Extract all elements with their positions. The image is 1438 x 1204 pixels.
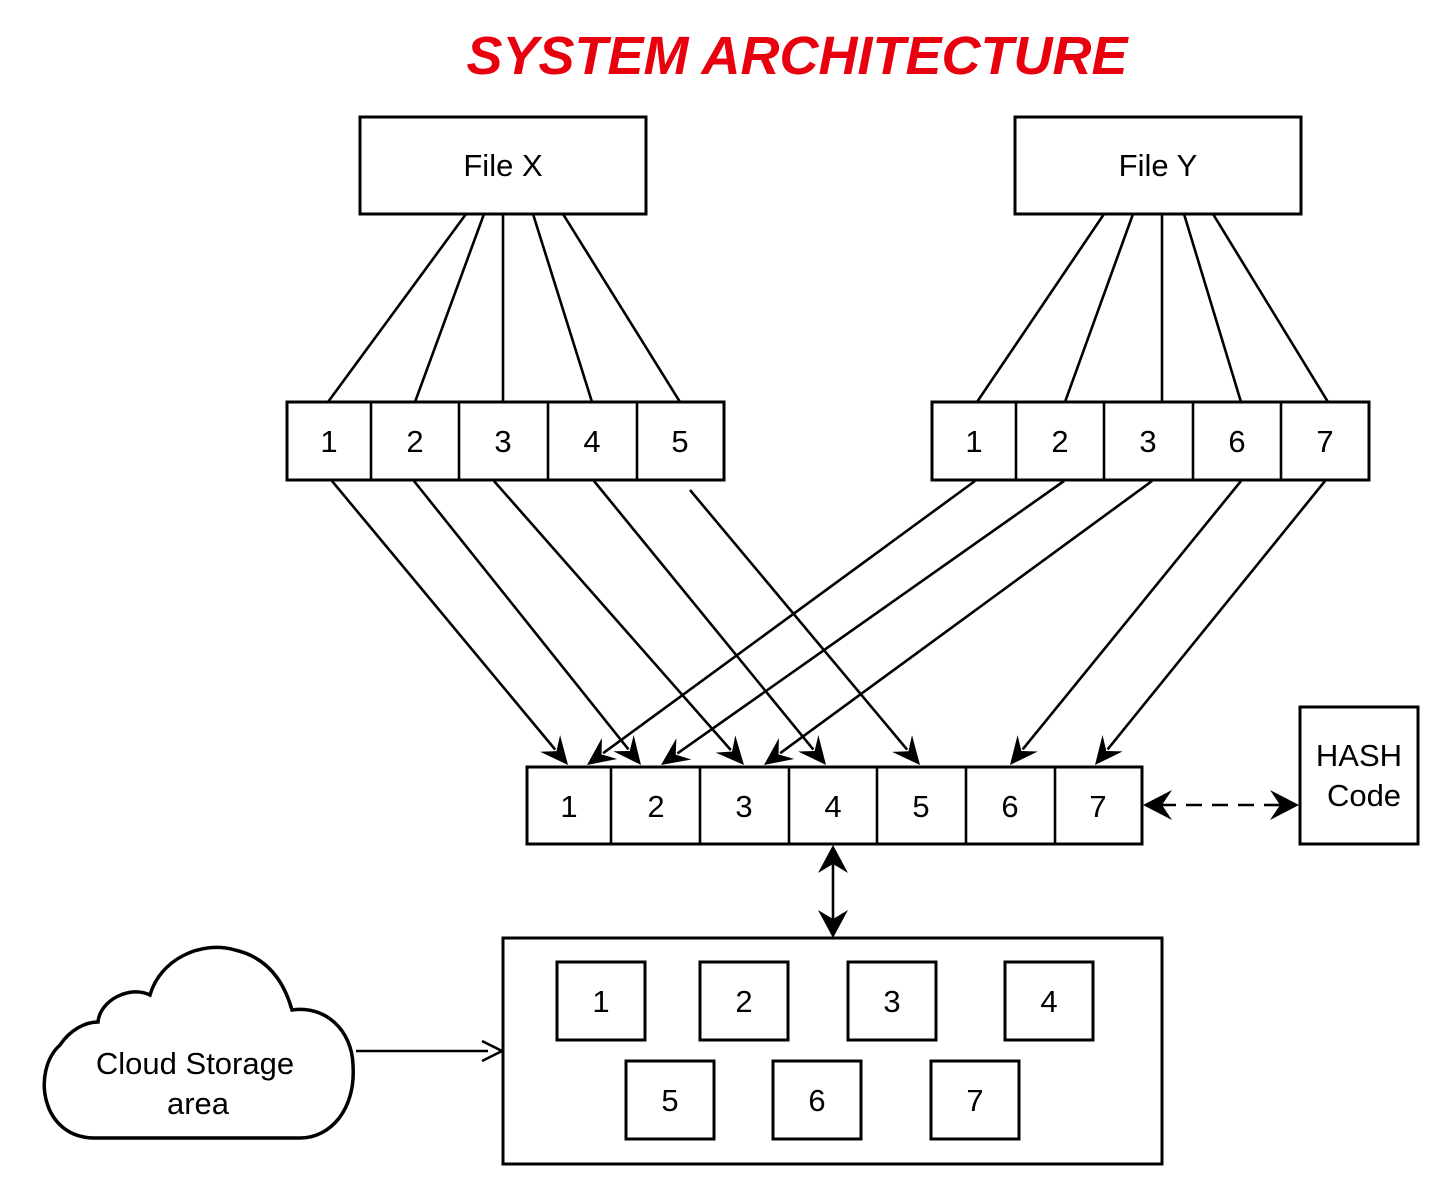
file-x-split-line bbox=[413, 213, 486, 403]
file-y-chunk: 3 bbox=[1139, 424, 1156, 459]
file-x-chunk: 1 bbox=[320, 424, 337, 459]
file-x-chunk-5-arrow bbox=[689, 489, 909, 751]
hash-link-arrow bbox=[1143, 790, 1299, 820]
file-y-chunk: 2 bbox=[1051, 424, 1068, 459]
file-y-split-line bbox=[1063, 213, 1135, 403]
storage-block-label: 5 bbox=[661, 1083, 678, 1118]
merged-chunk: 6 bbox=[1001, 789, 1018, 824]
file-split-lines bbox=[326, 213, 1330, 403]
arrowhead-icon bbox=[613, 735, 641, 765]
file-y-chunk-1-arrow bbox=[602, 479, 976, 755]
file-x-chunk: 3 bbox=[494, 424, 511, 459]
file-x-split-line bbox=[561, 213, 682, 403]
file-y-node: File Y bbox=[1013, 115, 1303, 216]
arrowhead-icon bbox=[1095, 735, 1123, 765]
file-x-chunk-row: 1 2 3 4 5 bbox=[285, 400, 726, 482]
system-architecture-diagram: SYSTEM ARCHITECTURE File X File Y 1 2 3 … bbox=[42, 26, 1420, 1166]
file-y-chunk-6-arrow bbox=[1021, 480, 1243, 751]
file-x-chunk: 5 bbox=[671, 424, 688, 459]
storage-block-label: 4 bbox=[1040, 984, 1057, 1019]
file-y-split-line bbox=[1211, 213, 1330, 403]
file-y-chunk: 7 bbox=[1316, 424, 1333, 459]
file-y-chunk-7-arrow bbox=[1106, 480, 1327, 751]
cloud-storage-node: Cloud Storage area bbox=[42, 945, 355, 1140]
hash-code-label-line1: HASH bbox=[1316, 738, 1402, 773]
file-x-node: File X bbox=[358, 115, 648, 216]
merged-chunk: 7 bbox=[1089, 789, 1106, 824]
file-x-split-line bbox=[531, 213, 594, 403]
storage-block-label: 1 bbox=[592, 984, 609, 1019]
file-y-chunk-3-arrow bbox=[779, 479, 1153, 755]
merged-chunk: 4 bbox=[824, 789, 841, 824]
file-x-chunk: 2 bbox=[406, 424, 423, 459]
hash-code-box bbox=[1298, 705, 1420, 846]
chunk-mapping-arrows bbox=[331, 479, 1327, 765]
file-y-split-line bbox=[975, 213, 1106, 403]
merged-chunk: 2 bbox=[647, 789, 664, 824]
cloud-to-storage-arrow bbox=[356, 1039, 505, 1063]
diagram-title: SYSTEM ARCHITECTURE bbox=[466, 26, 1129, 86]
file-y-label: File Y bbox=[1119, 148, 1198, 183]
file-x-chunk: 4 bbox=[583, 424, 600, 459]
storage-block-label: 6 bbox=[808, 1083, 825, 1118]
file-x-chunk-4-arrow bbox=[592, 480, 815, 751]
cloud-label-line1: Cloud Storage bbox=[96, 1046, 294, 1081]
storage-block-label: 7 bbox=[966, 1083, 983, 1118]
merged-chunk: 3 bbox=[735, 789, 752, 824]
file-y-chunk: 6 bbox=[1228, 424, 1245, 459]
cloud-label-line2: area bbox=[167, 1086, 230, 1121]
hash-code-node: HASH Code bbox=[1298, 705, 1420, 846]
merged-chunk-row: 1 2 3 4 5 6 7 bbox=[525, 765, 1144, 846]
merged-chunk: 1 bbox=[560, 789, 577, 824]
merged-chunk: 5 bbox=[912, 789, 929, 824]
file-y-chunk: 1 bbox=[965, 424, 982, 459]
arrowhead-icon bbox=[764, 737, 795, 765]
file-x-split-line bbox=[326, 213, 468, 403]
file-y-chunk-row: 1 2 3 6 7 bbox=[930, 400, 1371, 482]
arrowhead-icon bbox=[587, 737, 618, 765]
file-y-chunk-2-arrow bbox=[676, 479, 1065, 755]
file-x-label: File X bbox=[463, 148, 543, 183]
file-y-split-line bbox=[1182, 213, 1243, 403]
storage-link-arrow bbox=[818, 845, 848, 938]
arrowhead-icon bbox=[1010, 735, 1038, 765]
storage-block-label: 2 bbox=[735, 984, 752, 1019]
storage-block-label: 3 bbox=[883, 984, 900, 1019]
storage-container: 1 2 3 4 5 6 7 bbox=[501, 936, 1164, 1166]
arrowhead-icon bbox=[661, 738, 692, 765]
file-x-chunk-3-arrow bbox=[493, 480, 732, 751]
hash-code-label-line2: Code bbox=[1327, 778, 1401, 813]
